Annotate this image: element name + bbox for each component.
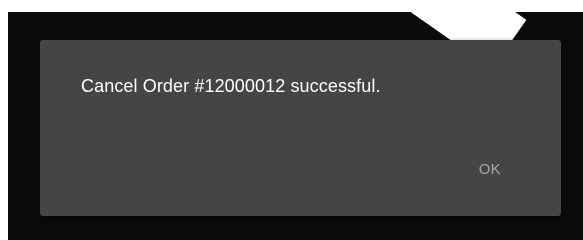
dialog-message: Cancel Order #12000012 successful.: [81, 76, 381, 96]
ok-button[interactable]: OK: [467, 153, 513, 186]
dialog-actions: OK: [467, 153, 513, 186]
screen: Cancel Order #12000012 successful. OK: [0, 0, 583, 240]
alert-dialog: Cancel Order #12000012 successful. OK: [40, 40, 561, 216]
